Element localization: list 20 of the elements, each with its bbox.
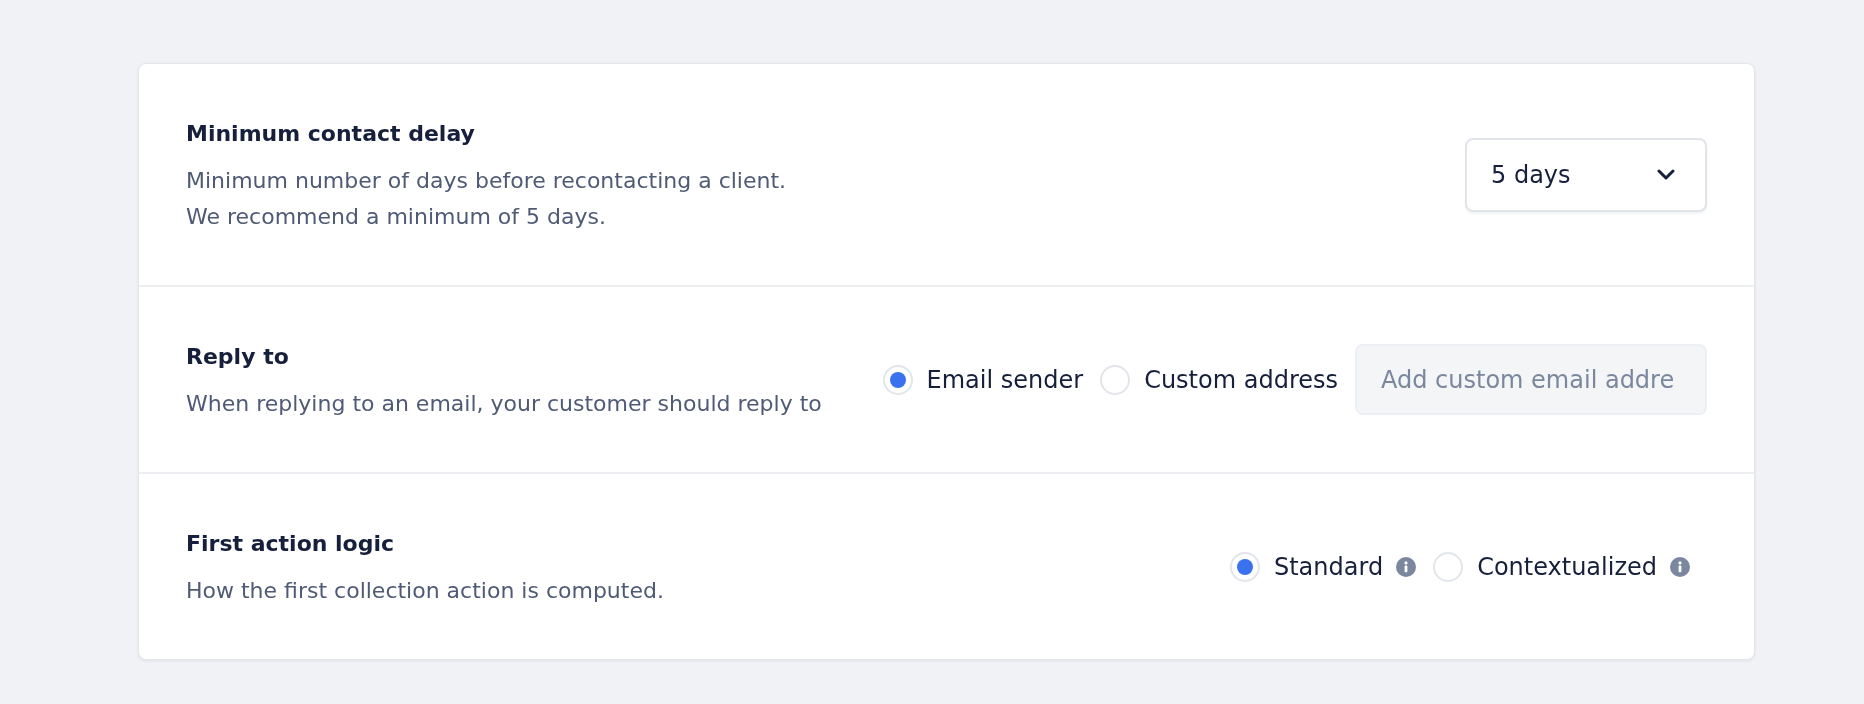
setting-title: Minimum contact delay: [186, 120, 476, 148]
radio-label[interactable]: Contextualized: [1477, 550, 1657, 583]
setting-title: Reply to: [186, 343, 290, 371]
setting-description: Minimum number of days before recontacting a client.: [186, 167, 787, 195]
radio-button[interactable]: [1229, 551, 1260, 582]
radio-label[interactable]: Email sender: [926, 363, 1084, 396]
setting-description: When replying to an email, your customer should reply to: [186, 390, 822, 418]
radio-label[interactable]: Custom address: [1144, 363, 1338, 396]
radio-button[interactable]: [1433, 551, 1464, 582]
setting-title: First action logic: [186, 530, 396, 558]
select-dropdown[interactable]: 5 days: [1465, 137, 1707, 212]
info-icon[interactable]: [1670, 556, 1690, 577]
setting-description: How the first collection action is computed.: [186, 577, 664, 605]
radio-button[interactable]: [882, 364, 913, 395]
radio-button[interactable]: [1100, 364, 1131, 395]
info-icon[interactable]: [1396, 556, 1417, 577]
chevron-down-icon: [1657, 169, 1675, 180]
setting-description: We recommend a minimum of 5 days.: [186, 203, 607, 231]
email-input[interactable]: Add custom email addre: [1355, 344, 1707, 415]
radio-label[interactable]: Standard: [1273, 550, 1384, 583]
